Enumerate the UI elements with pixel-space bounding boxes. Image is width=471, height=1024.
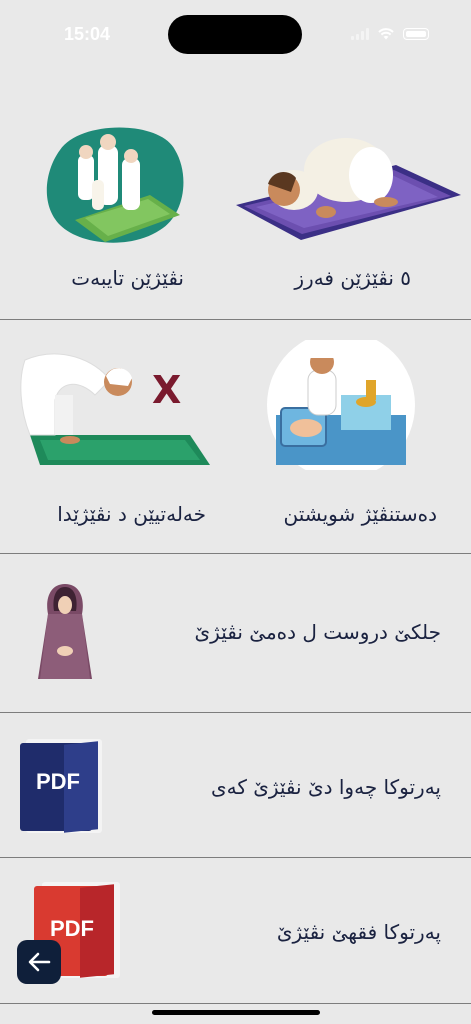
divider bbox=[0, 319, 471, 320]
status-icons bbox=[351, 27, 429, 40]
hijab-woman-illustration bbox=[38, 584, 92, 679]
card-label-ablution: دەستنڤێژ شویشتن bbox=[283, 502, 437, 526]
wifi-icon bbox=[378, 28, 394, 40]
ablution-illustration bbox=[267, 340, 415, 470]
back-button[interactable] bbox=[17, 940, 61, 984]
list-item-fiqh-book[interactable]: PDF پەرتوكا فقهێ نڤێژێ bbox=[0, 858, 471, 1003]
status-time: 15:04 bbox=[64, 24, 111, 44]
dynamic-island bbox=[168, 15, 302, 54]
card-obligatory-prayers[interactable]: ٥ نڤێژێن فەرز bbox=[236, 110, 471, 315]
bowing-illustration bbox=[20, 353, 210, 465]
pdf-book-icon: PDF bbox=[20, 739, 104, 833]
card-label-special: نڤێژێن تایبەت bbox=[71, 266, 184, 290]
card-prayer-mistakes[interactable]: X خەلەتیێن د نڤێژێدا bbox=[0, 330, 236, 545]
card-label-mistakes: خەلەتیێن د نڤێژێدا bbox=[57, 502, 206, 526]
battery-icon bbox=[403, 27, 429, 40]
list-item-prayer-book[interactable]: PDF پەرتوكا چەوا دێ نڤێژێ كەی bbox=[0, 713, 471, 857]
list-label-prayer-book: پەرتوكا چەوا دێ نڤێژێ كەی bbox=[210, 775, 441, 799]
list-item-clothing[interactable]: جلكێ دروست ل دەمێ نڤێژێ bbox=[0, 554, 471, 712]
home-indicator[interactable] bbox=[152, 1010, 320, 1015]
group-prayer-illustration bbox=[46, 127, 184, 243]
x-mark-icon: X bbox=[152, 368, 182, 412]
pdf-label: PDF bbox=[36, 769, 80, 794]
card-ablution[interactable]: دەستنڤێژ شویشتن bbox=[236, 330, 471, 545]
list-label-clothing: جلكێ دروست ل دەمێ نڤێژێ bbox=[194, 620, 441, 644]
card-label-obligatory: ٥ نڤێژێن فەرز bbox=[294, 266, 411, 290]
divider bbox=[0, 1003, 471, 1004]
list-label-fiqh-book: پەرتوكا فقهێ نڤێژێ bbox=[276, 920, 441, 944]
status-bar: 15:04 bbox=[0, 0, 471, 70]
signal-icon bbox=[351, 27, 369, 40]
back-arrow-icon bbox=[28, 952, 51, 972]
pdf-label: PDF bbox=[50, 916, 94, 941]
card-special-prayers[interactable]: نڤێژێن تایبەت bbox=[0, 110, 236, 315]
prostration-illustration bbox=[236, 138, 461, 240]
